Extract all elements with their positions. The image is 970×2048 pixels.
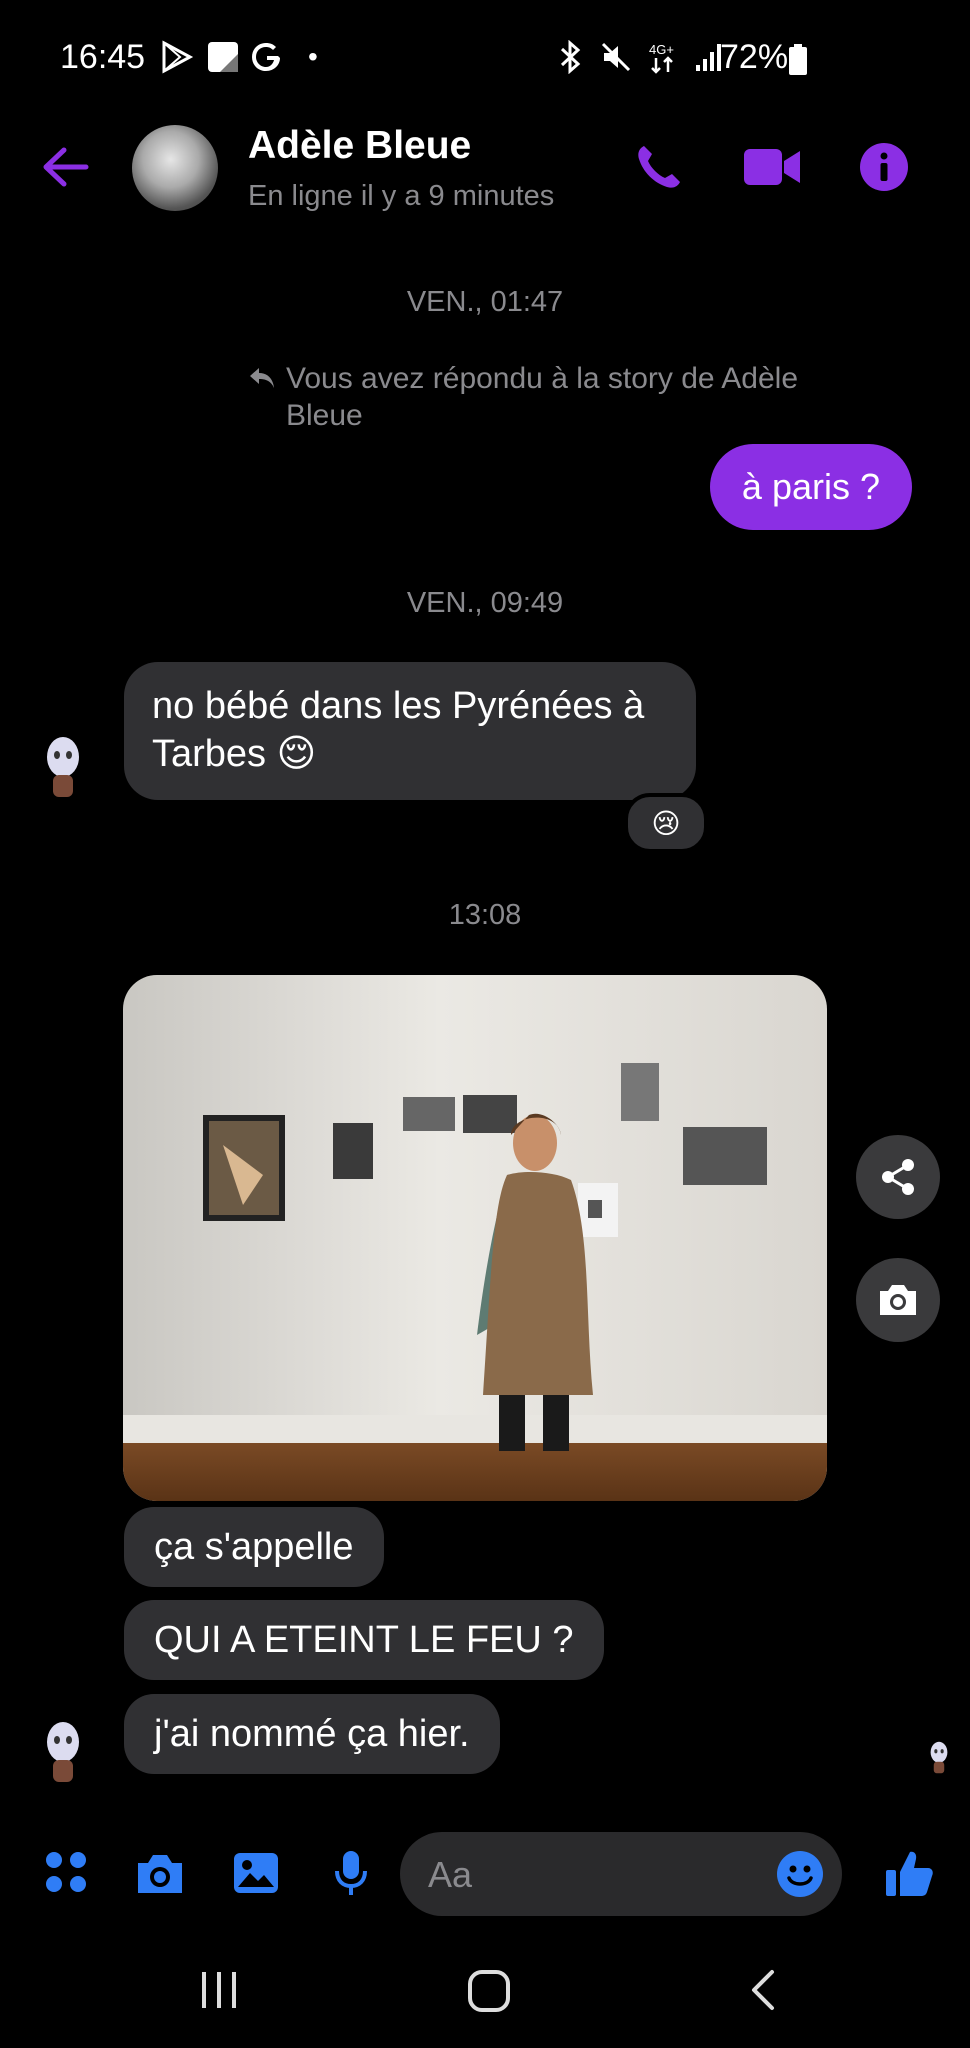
google-icon <box>252 43 280 71</box>
contact-status: En ligne il y a 9 minutes <box>248 180 555 212</box>
bluetooth-icon <box>560 40 581 74</box>
mute-icon <box>601 42 631 72</box>
info-icon[interactable] <box>860 143 908 191</box>
video-call-icon[interactable] <box>744 146 800 188</box>
contact-avatar[interactable] <box>132 125 218 211</box>
sent-message[interactable]: à paris ? <box>709 444 912 530</box>
back-nav-icon[interactable] <box>748 1968 778 2012</box>
emoji-icon[interactable] <box>777 1851 823 1897</box>
shared-photo[interactable] <box>123 975 827 1501</box>
network-4g-icon: 4G+ <box>649 42 674 74</box>
back-arrow-icon[interactable] <box>42 146 90 188</box>
timestamp: VEN., 01:47 <box>406 286 564 318</box>
camera-shortcut-button[interactable] <box>856 1258 940 1342</box>
phone-call-icon[interactable] <box>634 142 684 192</box>
svg-text:4G+: 4G+ <box>649 42 674 57</box>
dot-icon: • <box>308 41 318 72</box>
timestamp: 13:08 <box>448 899 522 931</box>
received-message[interactable]: QUI A ETEINT LE FEU ? <box>124 1600 604 1680</box>
share-icon <box>882 1159 914 1195</box>
recent-apps-nav-icon[interactable] <box>198 1970 240 2010</box>
message-input-placeholder: Aa <box>428 1854 473 1895</box>
camera-icon <box>880 1285 916 1315</box>
like-thumbs-up-icon[interactable] <box>884 1848 934 1898</box>
gallery-icon[interactable] <box>232 1851 280 1895</box>
message-reaction[interactable]: 😢 <box>624 793 708 853</box>
reply-arrow-icon <box>250 368 274 388</box>
sender-avatar[interactable] <box>42 1720 84 1782</box>
home-nav-icon[interactable] <box>466 1968 512 2014</box>
timestamp: VEN., 09:49 <box>406 587 564 619</box>
received-message[interactable]: ça s'appelle <box>124 1507 384 1587</box>
seen-avatar <box>930 1741 948 1774</box>
menu-apps-icon[interactable] <box>44 1850 88 1894</box>
received-message[interactable]: no bébé dans les Pyrénées à Tarbes 😌 <box>124 662 696 800</box>
received-message[interactable]: j'ai nommé ça hier. <box>124 1694 500 1774</box>
sender-avatar[interactable] <box>42 735 84 797</box>
share-button[interactable] <box>856 1135 940 1219</box>
status-right-icons: 4G+ <box>558 40 724 74</box>
microphone-icon[interactable] <box>334 1849 368 1897</box>
status-time: 16:45 <box>60 38 146 76</box>
play-store-icon <box>162 40 194 74</box>
notes-icon <box>208 42 238 72</box>
battery-icon <box>789 44 807 75</box>
story-reply-note: Vous avez répondu à la story de Adèle Bl… <box>248 360 846 434</box>
contact-name[interactable]: Adèle Bleue <box>248 124 471 168</box>
battery-percent: 72% <box>720 38 789 76</box>
camera-input-icon[interactable] <box>134 1851 186 1895</box>
status-left-icons: • <box>160 40 318 74</box>
